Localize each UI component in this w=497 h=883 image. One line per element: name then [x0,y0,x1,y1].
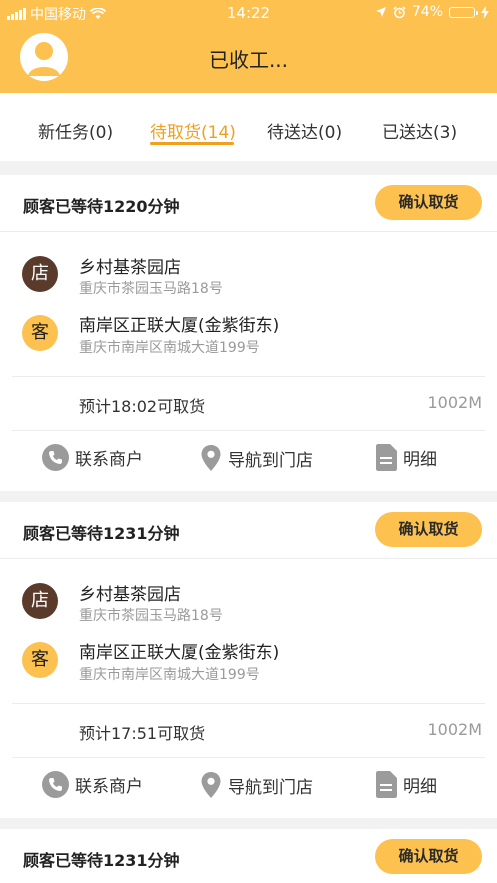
location-arrow-icon [375,7,386,17]
shop-name: 乡村基茶园店 [79,585,181,605]
customer-badge: 客 [22,315,58,351]
battery-icon [449,6,478,18]
active-tab-indicator [150,142,234,145]
detail-button[interactable]: 明细 [376,444,437,471]
contact-merchant-button[interactable]: 联系商户 [42,771,143,798]
detail-label: 明细 [403,777,437,797]
alarm-icon [393,5,406,18]
customer-address: 重庆市南岸区南城大道199号 [79,667,260,683]
tab-pending-delivery[interactable]: 待送达(0) [267,118,342,143]
shop-address: 重庆市茶园玉马路18号 [79,281,223,297]
divider [12,376,485,377]
distance: 1002M [427,393,482,412]
contact-merchant-label: 联系商户 [75,450,143,470]
confirm-pickup-button[interactable]: 确认取货 [375,185,482,220]
navigate-to-store-button[interactable]: 导航到门店 [200,771,313,799]
status-bar: 中国移动 14:22 74% [0,0,497,26]
navigate-to-store-button[interactable]: 导航到门店 [200,444,313,472]
customer-badge: 客 [22,642,58,678]
shop-badge: 店 [22,256,58,292]
confirm-pickup-button[interactable]: 确认取货 [375,839,482,874]
wait-time-text: 顾客已等待1231分钟 [23,851,180,870]
wait-time-text: 顾客已等待1231分钟 [23,524,180,543]
phone-icon [42,444,69,471]
document-icon [376,444,397,471]
shop-address: 重庆市茶园玉马路18号 [79,608,223,624]
order-card: 顾客已等待1231分钟 确认取货 店 乡村基茶园店 重庆市茶园玉马路18号 客 … [0,502,497,818]
order-card: 顾客已等待1231分钟 确认取货 [0,829,497,883]
contact-merchant-label: 联系商户 [75,777,143,797]
phone-icon [42,771,69,798]
order-card-header: 顾客已等待1231分钟 确认取货 [0,502,497,559]
status-right: 74% [375,4,489,20]
charging-icon [481,5,489,19]
contact-merchant-button[interactable]: 联系商户 [42,444,143,471]
divider [12,430,485,431]
pickup-eta: 预计18:02可取货 [79,397,206,416]
shop-name: 乡村基茶园店 [79,258,181,278]
page-title: 已收工... [208,48,289,72]
customer-name: 南岸区正联大厦(金紫街东) [79,643,280,663]
app-header: 中国移动 14:22 74% 已收工... [0,0,497,93]
divider [12,703,485,704]
tab-delivered[interactable]: 已送达(3) [382,118,457,143]
order-card: 顾客已等待1220分钟 确认取货 店 乡村基茶园店 重庆市茶园玉马路18号 客 … [0,175,497,491]
customer-name: 南岸区正联大厦(金紫街东) [79,316,280,336]
location-pin-icon [201,445,221,471]
distance: 1002M [427,720,482,739]
detail-button[interactable]: 明细 [376,771,437,798]
navigate-to-store-label: 导航到门店 [228,450,313,471]
tab-new-tasks[interactable]: 新任务(0) [38,118,113,143]
order-card-header: 顾客已等待1220分钟 确认取货 [0,175,497,232]
location-pin-icon [201,772,221,798]
navigate-to-store-label: 导航到门店 [228,777,313,798]
confirm-pickup-button[interactable]: 确认取货 [375,512,482,547]
shop-badge: 店 [22,583,58,619]
tab-bar: 新任务(0) 待取货(14) 待送达(0) 已送达(3) [0,93,497,161]
customer-address: 重庆市南岸区南城大道199号 [79,340,260,356]
document-icon [376,771,397,798]
divider [12,757,485,758]
wait-time-text: 顾客已等待1220分钟 [23,197,180,216]
detail-label: 明细 [403,450,437,470]
battery-percent: 74% [411,4,443,20]
tab-pending-pickup[interactable]: 待取货(14) [150,118,236,143]
pickup-eta: 预计17:51可取货 [79,724,206,743]
